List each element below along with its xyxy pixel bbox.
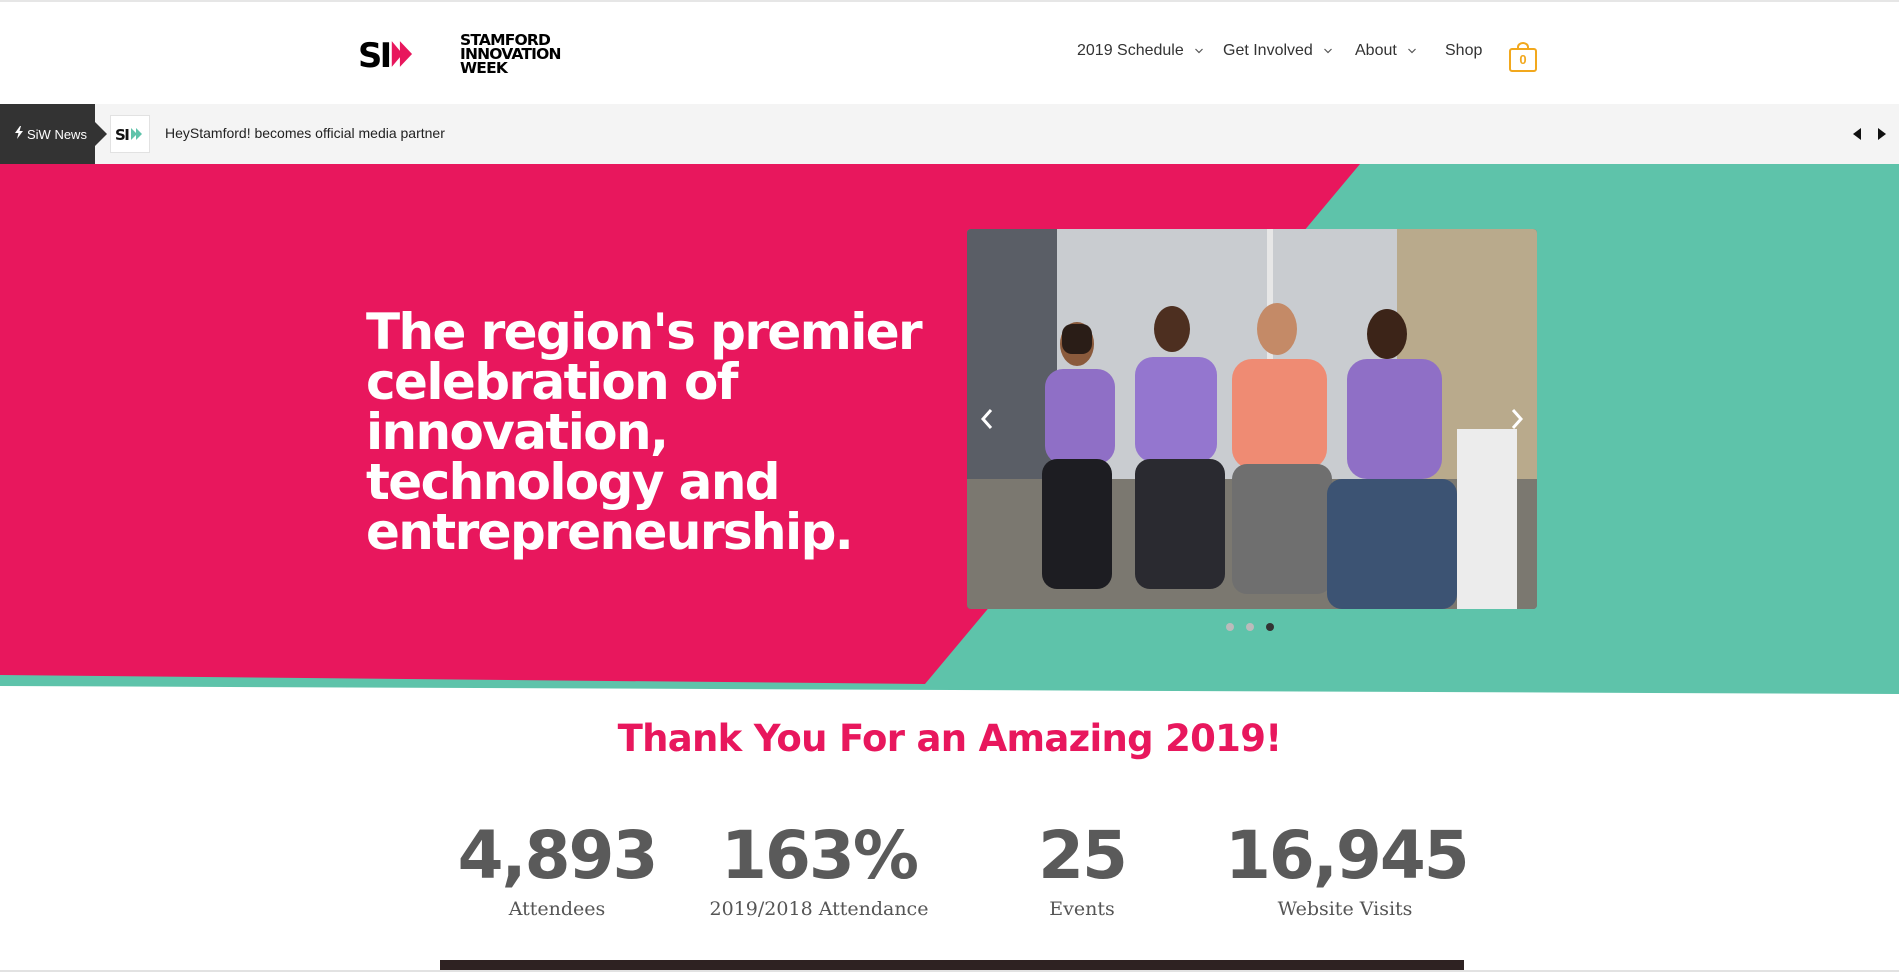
stat-value: 4,893 [457, 817, 659, 894]
nav-item-get-involved[interactable]: Get Involved [1223, 42, 1333, 60]
triangle-left-icon[interactable] [1850, 126, 1864, 142]
nav-item-label: About [1355, 42, 1397, 59]
svg-text:SI: SI [115, 126, 129, 142]
nav-item-shop[interactable]: Shop [1445, 42, 1482, 60]
nav-item-about[interactable]: About [1355, 42, 1417, 60]
chevron-down-icon [1407, 48, 1416, 54]
cart-button[interactable]: 0 [1509, 42, 1537, 72]
site-header: SI STAMFORD INNOVATION WEEK 2019 Schedul… [0, 2, 1899, 104]
panel-photo [967, 229, 1537, 609]
news-ticker: SiW News SI HeyStamford! becomes officia… [0, 104, 1899, 164]
stat-value: 163% [721, 817, 919, 894]
stat-website-visits: 16,945 Website Visits [1225, 817, 1470, 921]
stat-label: Website Visits [1277, 898, 1413, 920]
triangle-right-icon[interactable] [1875, 126, 1889, 142]
stat-label: 2019/2018 Attendance [709, 898, 929, 920]
cart-count: 0 [1519, 52, 1527, 67]
hero-background [0, 164, 1899, 694]
stat-label: Attendees [508, 898, 606, 920]
chevron-down-icon [1323, 48, 1332, 54]
ticker-label-text: SiW News [27, 126, 87, 142]
nav-item-schedule[interactable]: 2019 Schedule [1077, 42, 1204, 60]
hero-section: The region's premier celebration of inno… [0, 164, 1899, 694]
stat-attendance-growth: 163% 2019/2018 Attendance [699, 817, 939, 921]
stat-attendees: 4,893 Attendees [437, 817, 677, 921]
siw-logo-icon: SI [115, 126, 142, 142]
stat-events: 25 Events [962, 817, 1202, 921]
ticker-thumbnail[interactable]: SI [110, 115, 150, 153]
ticker-label: SiW News [0, 104, 107, 164]
image-slider[interactable] [967, 229, 1537, 609]
chevron-right-icon[interactable] [1505, 404, 1529, 434]
stats-heading: Thank You For an Amazing 2019! [617, 717, 1283, 760]
slider-dot-3[interactable] [1266, 623, 1274, 631]
slider-dot-2[interactable] [1246, 623, 1254, 631]
stat-value: 16,945 [1225, 817, 1470, 894]
nav-item-label: Get Involved [1223, 42, 1313, 59]
nav-item-label: Shop [1445, 42, 1483, 59]
main-nav: 2019 Schedule Get Involved About Shop [0, 42, 1899, 66]
chevron-down-icon [1194, 48, 1203, 54]
stat-label: Events [1049, 898, 1115, 920]
lightning-icon [15, 126, 23, 139]
nav-item-label: 2019 Schedule [1077, 42, 1184, 59]
stat-value: 25 [1038, 817, 1128, 894]
slider-dot-1[interactable] [1226, 623, 1234, 631]
chevron-left-icon[interactable] [975, 404, 999, 434]
slider-dots [1226, 623, 1274, 631]
ticker-headline-link[interactable]: HeyStamford! becomes official media part… [165, 125, 445, 141]
hero-title: The region's premier celebration of inno… [366, 303, 923, 561]
